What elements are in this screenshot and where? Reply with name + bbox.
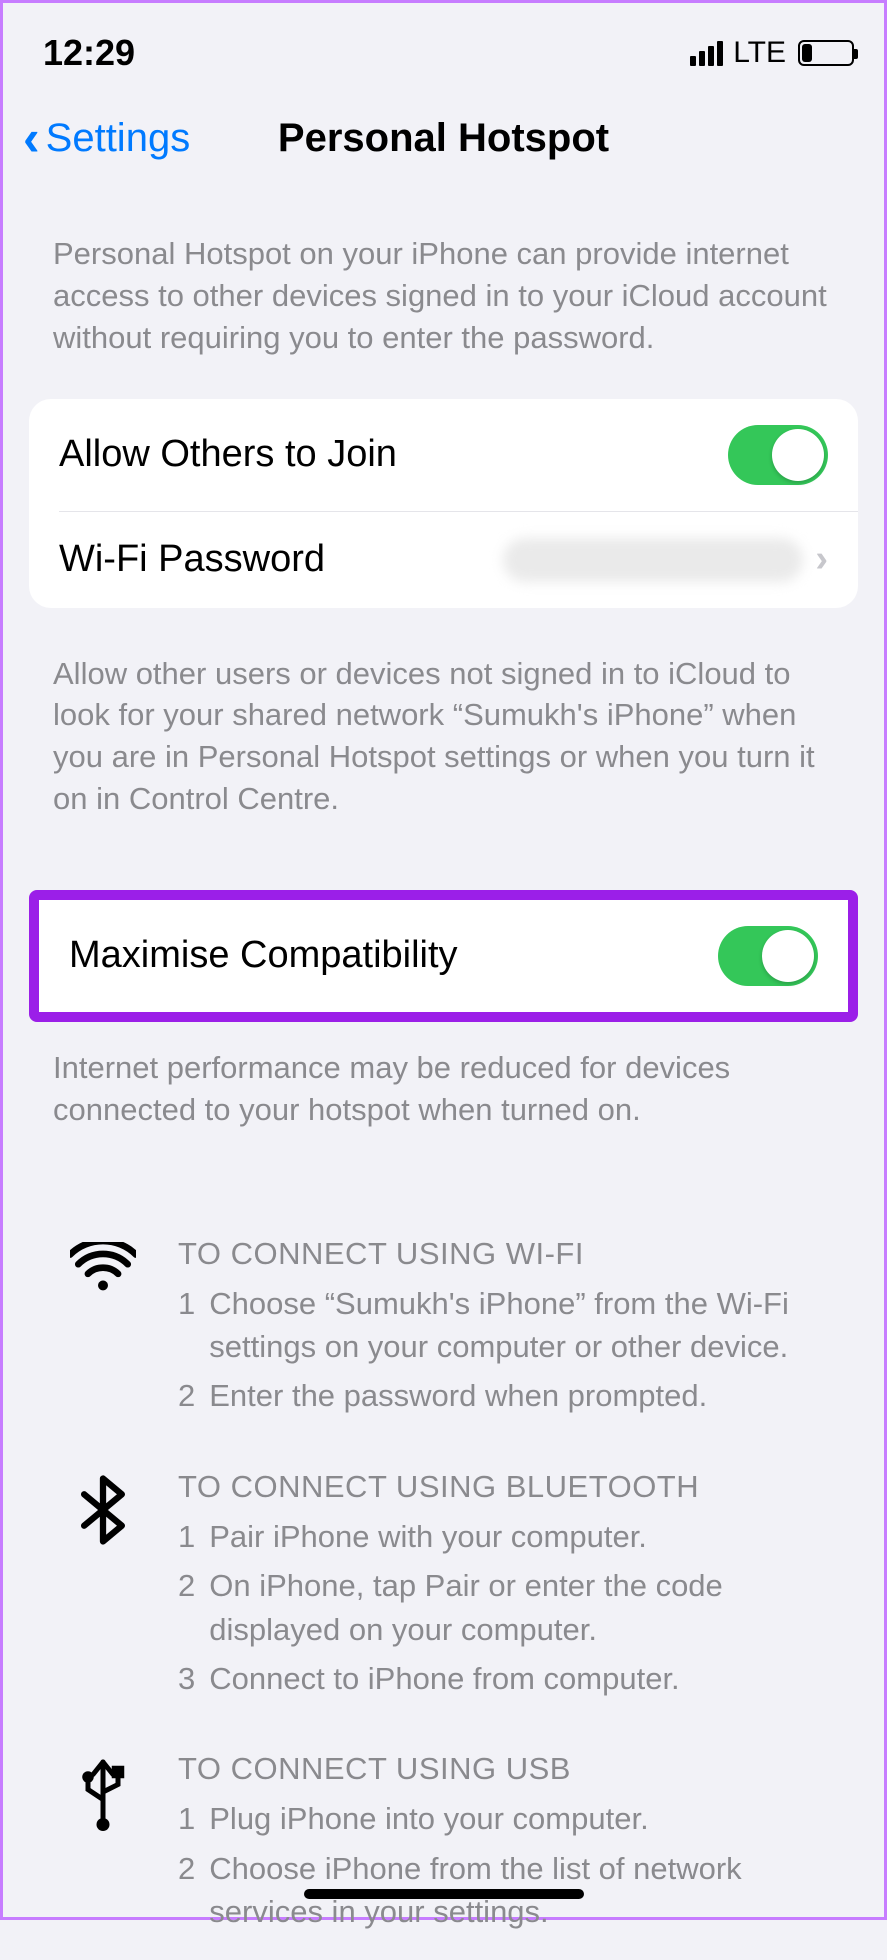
hotspot-settings-card: Allow Others to Join Wi-Fi Password › — [29, 399, 858, 608]
maximise-compatibility-highlight: Maximise Compatibility — [29, 890, 858, 1022]
allow-others-toggle[interactable] — [728, 425, 828, 485]
connect-wifi-block: TO CONNECT USING WI-FI 1Choose “Sumukh's… — [63, 1236, 834, 1424]
allow-others-row[interactable]: Allow Others to Join — [29, 399, 858, 511]
connect-bluetooth-step-2: 2On iPhone, tap Pair or enter the code d… — [178, 1564, 834, 1651]
connect-wifi-step-2: 2Enter the password when prompted. — [178, 1374, 834, 1417]
network-type: LTE — [733, 36, 786, 70]
maximise-compatibility-footer: Internet performance may be reduced for … — [3, 1022, 884, 1161]
cellular-signal-icon — [690, 41, 723, 66]
maximise-compatibility-row[interactable]: Maximise Compatibility — [39, 900, 848, 1012]
wifi-password-label: Wi-Fi Password — [59, 538, 325, 581]
home-indicator[interactable] — [304, 1889, 584, 1899]
connect-bluetooth-step-3: 3Connect to iPhone from computer. — [178, 1657, 834, 1700]
connect-usb-block: TO CONNECT USING USB 1Plug iPhone into y… — [63, 1751, 834, 1939]
maximise-compatibility-label: Maximise Compatibility — [69, 934, 458, 977]
allow-others-footer: Allow other users or devices not signed … — [3, 628, 884, 850]
connect-bluetooth-title: TO CONNECT USING BLUETOOTH — [178, 1469, 834, 1505]
allow-others-label: Allow Others to Join — [59, 433, 397, 476]
wifi-icon — [63, 1236, 143, 1424]
chevron-left-icon: ‹ — [23, 113, 40, 163]
connect-instructions: TO CONNECT USING WI-FI 1Choose “Sumukh's… — [3, 1161, 884, 1960]
usb-icon — [63, 1751, 143, 1939]
nav-bar: ‹ Settings Personal Hotspot — [3, 93, 884, 193]
intro-description: Personal Hotspot on your iPhone can prov… — [3, 193, 884, 379]
status-time: 12:29 — [43, 32, 135, 74]
connect-bluetooth-block: TO CONNECT USING BLUETOOTH 1Pair iPhone … — [63, 1469, 834, 1707]
page-title: Personal Hotspot — [278, 116, 609, 161]
connect-wifi-step-1: 1Choose “Sumukh's iPhone” from the Wi-Fi… — [178, 1282, 834, 1369]
battery-icon — [798, 40, 854, 66]
back-label: Settings — [46, 116, 191, 161]
status-bar: 12:29 LTE — [3, 3, 884, 93]
wifi-password-value-redacted — [503, 538, 803, 582]
bluetooth-icon — [63, 1469, 143, 1707]
back-button[interactable]: ‹ Settings — [23, 113, 190, 163]
connect-usb-step-1: 1Plug iPhone into your computer. — [178, 1797, 834, 1840]
chevron-right-icon: › — [815, 538, 828, 581]
maximise-compatibility-toggle[interactable] — [718, 926, 818, 986]
wifi-password-row[interactable]: Wi-Fi Password › — [59, 511, 858, 608]
connect-bluetooth-step-1: 1Pair iPhone with your computer. — [178, 1515, 834, 1558]
connect-wifi-title: TO CONNECT USING WI-FI — [178, 1236, 834, 1272]
connect-usb-title: TO CONNECT USING USB — [178, 1751, 834, 1787]
